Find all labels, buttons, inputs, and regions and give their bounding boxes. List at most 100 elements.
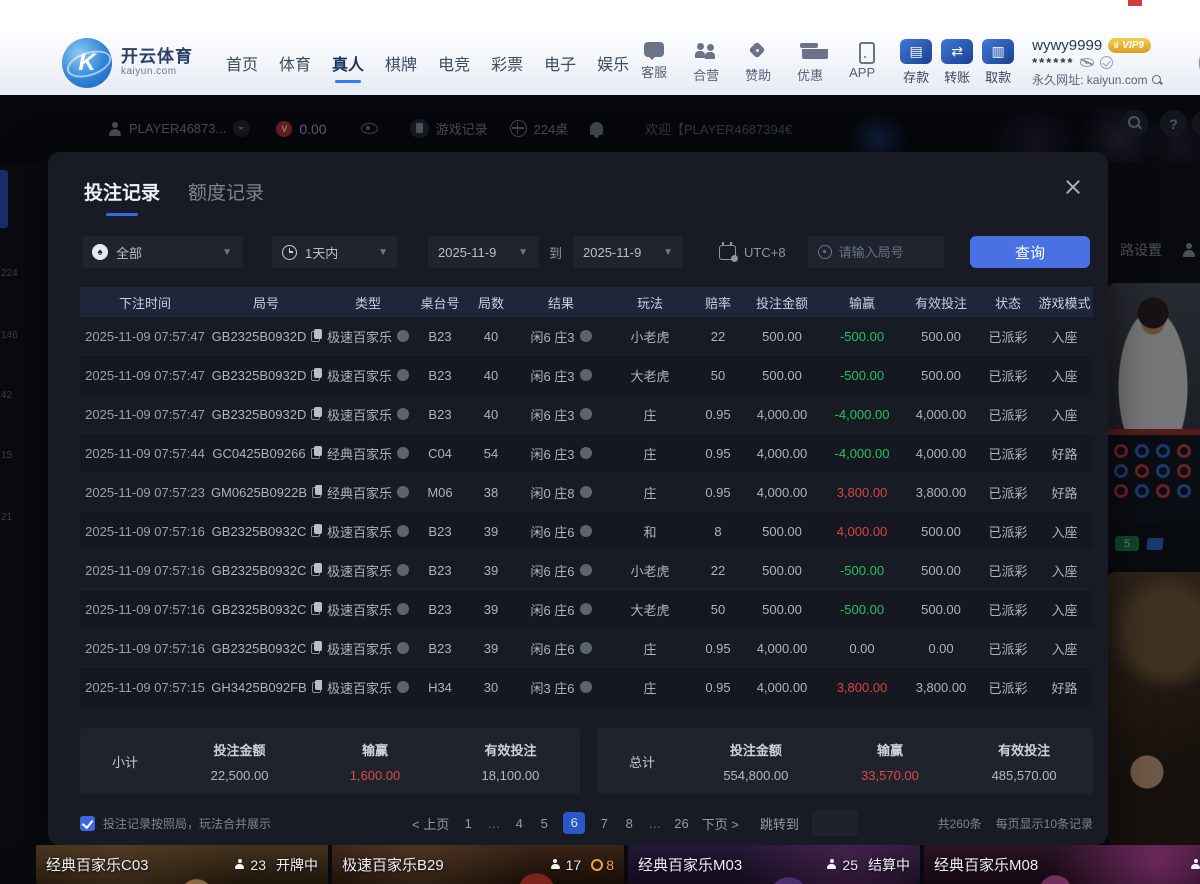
live-table-name: 经典百家乐M08 xyxy=(934,854,1038,875)
quick-link[interactable]: 合营 xyxy=(688,42,724,84)
page-button[interactable]: 26 xyxy=(674,816,688,831)
round-count-cell: 39 xyxy=(466,563,516,578)
nav-item[interactable]: 体育 xyxy=(272,41,318,85)
tab-bet-records[interactable]: 投注记录 xyxy=(84,178,160,205)
column-header: 赔率 xyxy=(694,293,742,312)
bet-records-modal: 投注记录 额度记录 全部 ▼ 1天内 ▼ 2025-11-9 ▼ 到 2025-… xyxy=(48,152,1108,845)
chip-icon xyxy=(580,330,592,342)
nav-item[interactable]: 娱乐 xyxy=(590,41,636,85)
copy-icon[interactable] xyxy=(311,448,320,459)
page-size-note: 每页显示10条记录 xyxy=(996,815,1093,832)
table-no-cell: B23 xyxy=(414,407,466,422)
game-type-select[interactable]: 全部 ▼ xyxy=(82,236,242,268)
date-from-select[interactable]: 2025-11-9 ▼ xyxy=(428,236,538,268)
game-type-cell-text: 极速百家乐 xyxy=(327,366,392,385)
magnifier-icon[interactable] xyxy=(1151,74,1163,86)
bet-time-cell: 2025-11-09 07:57:44 xyxy=(80,446,210,461)
brand-logo[interactable]: 开云体育 kaiyun.com xyxy=(62,38,193,88)
bet-time-cell-text: 2025-11-09 07:57:16 xyxy=(85,563,205,578)
game-mode-cell: 入座 xyxy=(1036,561,1093,580)
round-id-cell-text: GB2325B0932C xyxy=(212,524,307,539)
prev-page-button[interactable]: < 上页 xyxy=(412,814,449,833)
record-indicator xyxy=(1128,0,1142,6)
result-cell-text: 闲6 庄6 xyxy=(530,561,574,580)
live-table-card[interactable]: 经典百家乐C0323开牌中 xyxy=(36,845,328,884)
time-range-select[interactable]: 1天内 ▼ xyxy=(272,236,398,268)
game-mode-cell: 入座 xyxy=(1036,405,1093,424)
page-button[interactable]: 5 xyxy=(538,816,550,831)
copy-icon[interactable] xyxy=(311,331,320,342)
wallet-action-label: 存款 xyxy=(903,67,929,86)
nav-item[interactable]: 真人 xyxy=(325,41,371,85)
timezone-group[interactable]: UTC+8 xyxy=(719,245,786,260)
bet-amount-cell: 500.00 xyxy=(742,524,822,539)
round-count-cell-text: 40 xyxy=(484,368,498,383)
merge-checkbox[interactable] xyxy=(80,816,95,831)
nav-item[interactable]: 电子 xyxy=(537,41,583,85)
valid-bet-cell: 500.00 xyxy=(902,368,980,383)
status-cell: 已派彩 xyxy=(980,639,1036,658)
quick-link[interactable]: 优惠 xyxy=(792,42,828,84)
nav-item[interactable]: 棋牌 xyxy=(378,41,424,85)
copy-icon[interactable] xyxy=(311,370,320,381)
wallet-action[interactable]: ⇄转账 xyxy=(941,39,973,86)
status-cell-text: 已派彩 xyxy=(988,444,1027,463)
live-table-card[interactable]: 经典百家乐M08 xyxy=(924,845,1200,884)
status-cell-text: 已派彩 xyxy=(988,561,1027,580)
live-table-card[interactable]: 经典百家乐M0325结算中 xyxy=(628,845,920,884)
wallet-action[interactable]: ▤存款 xyxy=(900,39,932,86)
copy-icon[interactable] xyxy=(312,682,321,693)
copy-icon[interactable] xyxy=(312,487,321,498)
page-ellipsis: … xyxy=(487,816,500,831)
copy-icon[interactable] xyxy=(311,643,320,654)
odds-cell-text: 0.95 xyxy=(705,407,730,422)
bet-amount-cell-text: 4,000.00 xyxy=(757,446,808,461)
user-block: wywy9999 ♛VIP9 ****** 永久网址: kaiyun.com xyxy=(1032,37,1184,88)
play-type-cell: 和 xyxy=(606,522,694,541)
game-type-cell-text: 极速百家乐 xyxy=(327,600,392,619)
odds-cell-text: 50 xyxy=(711,602,725,617)
wallet-action[interactable]: ▥取款 xyxy=(982,39,1014,86)
valid-bet-cell-text: 3,800.00 xyxy=(916,485,967,500)
nav-item[interactable]: 电竞 xyxy=(431,41,477,85)
copy-icon[interactable] xyxy=(311,526,320,537)
copy-icon[interactable] xyxy=(311,409,320,420)
jump-input[interactable] xyxy=(812,810,858,836)
date-to-select[interactable]: 2025-11-9 ▼ xyxy=(573,236,683,268)
next-page-button[interactable]: 下页 > xyxy=(702,814,739,833)
page-button[interactable]: 4 xyxy=(513,816,525,831)
tab-quota-records[interactable]: 额度记录 xyxy=(188,178,264,205)
chevron-down-icon: ▼ xyxy=(518,247,528,258)
main-nav: 首页体育真人棋牌电竞彩票电子娱乐 xyxy=(219,41,636,85)
eye-off-icon[interactable] xyxy=(1080,58,1094,67)
search-button[interactable]: 查询 xyxy=(970,236,1090,268)
round-input[interactable] xyxy=(839,245,934,260)
table-row: 2025-11-09 07:57:15GH3425B092FB极速百家乐H343… xyxy=(80,668,1093,707)
status-cell-text: 已派彩 xyxy=(988,678,1027,697)
game-mode-cell-text: 入座 xyxy=(1051,639,1077,658)
play-type-cell-text: 大老虎 xyxy=(630,366,669,385)
odds-cell: 22 xyxy=(694,563,742,578)
quick-link[interactable]: APP xyxy=(844,42,880,84)
copy-icon[interactable] xyxy=(311,565,320,576)
page-button[interactable]: 1 xyxy=(462,816,474,831)
copy-icon[interactable] xyxy=(311,604,320,615)
bet-time-cell-text: 2025-11-09 07:57:16 xyxy=(85,641,205,656)
game-mode-cell-text: 入座 xyxy=(1051,600,1077,619)
round-count-cell-text: 39 xyxy=(484,563,498,578)
live-table-card[interactable]: 极速百家乐B29178 xyxy=(332,845,624,884)
status-cell-text: 已派彩 xyxy=(988,366,1027,385)
nav-item[interactable]: 首页 xyxy=(219,41,265,85)
round-id-cell-text: GB2325B0932C xyxy=(212,641,307,656)
page-button[interactable]: 7 xyxy=(598,816,610,831)
page-button[interactable]: 8 xyxy=(623,816,635,831)
nav-item[interactable]: 彩票 xyxy=(484,41,530,85)
close-icon[interactable] xyxy=(1062,176,1084,198)
bet-amount-cell-text: 4,000.00 xyxy=(757,680,808,695)
refresh-balance-icon[interactable] xyxy=(1100,56,1113,69)
winloss-cell-text: -500.00 xyxy=(840,602,884,617)
quick-link[interactable]: 赞助 xyxy=(740,42,776,84)
page-button[interactable]: 6 xyxy=(563,812,585,834)
quick-link-label: APP xyxy=(849,65,875,80)
quick-link[interactable]: 客服 xyxy=(636,42,672,84)
